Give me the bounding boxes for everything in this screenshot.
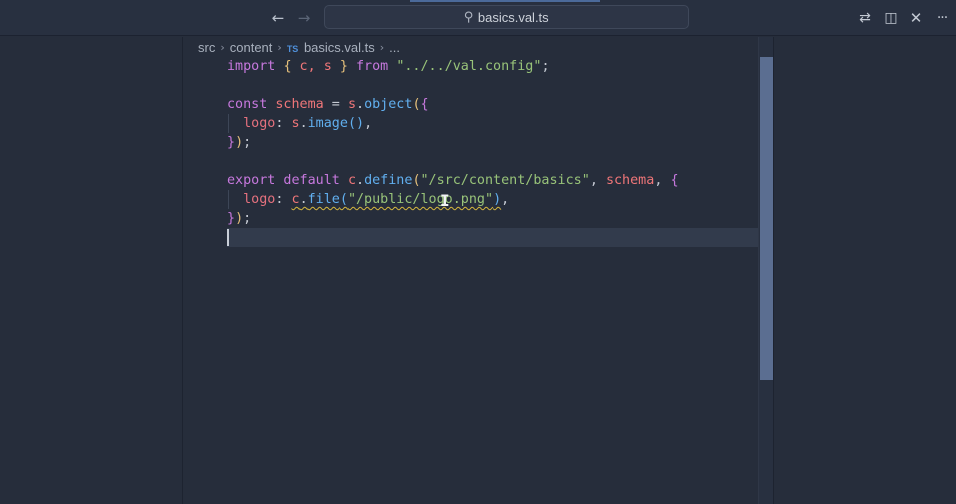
mouse-ibeam-cursor-icon: I: [440, 191, 450, 210]
keyword-default: default: [275, 173, 348, 188]
breadcrumb: src › content › TS basics.val.ts › ...: [198, 38, 400, 56]
code-line-5[interactable]: });: [227, 133, 758, 152]
breadcrumb-more[interactable]: ...: [389, 40, 400, 55]
path-string: "/src/content/basics": [420, 173, 590, 188]
chevron-right-icon: ›: [277, 40, 282, 54]
file-path-string: "/public/logo.png": [347, 192, 494, 207]
code-line-8[interactable]: logo: c.file("/public/logo.png"),: [227, 190, 758, 209]
chevron-right-icon: ›: [220, 40, 225, 54]
variable-schema: schema: [605, 173, 655, 188]
comma: ,: [654, 173, 671, 188]
parens: (): [347, 116, 365, 131]
keyword-import: import: [227, 59, 276, 74]
breadcrumb-item-src[interactable]: src: [198, 40, 215, 55]
identifier-s: s: [291, 116, 300, 131]
warning-squiggle[interactable]: c.file("/public/logo.png"): [292, 192, 502, 207]
identifier-s: s: [347, 97, 356, 112]
sidebar-divider: [182, 37, 183, 504]
paren-open: (: [412, 97, 421, 112]
chevron-right-icon: ›: [379, 40, 385, 54]
property-logo: logo: [243, 116, 276, 131]
brace-close: }: [227, 135, 236, 150]
vertical-scrollbar-thumb[interactable]: [760, 57, 773, 380]
title-bar: ← → ⚲ basics.val.ts ⇄ ◫ ✕ ···: [0, 0, 956, 36]
comma: ,: [589, 173, 606, 188]
editor-right-divider: [773, 37, 774, 504]
paren-open: (: [412, 173, 421, 188]
method-image: image: [307, 116, 348, 131]
brace-open: {: [420, 97, 429, 112]
semicolon: ;: [243, 135, 252, 150]
comma: ,: [364, 116, 373, 131]
text-caret: [227, 229, 229, 246]
arrow-left-icon[interactable]: ←: [268, 8, 288, 28]
comma: ,: [501, 192, 510, 207]
import-names: c, s: [291, 59, 340, 74]
method-file: file: [307, 192, 340, 207]
code-line-6[interactable]: [227, 152, 758, 171]
brace-open: {: [283, 59, 292, 74]
brace-open: {: [670, 173, 679, 188]
command-center-accent: [410, 0, 600, 2]
arrow-right-icon[interactable]: →: [294, 8, 314, 28]
breadcrumb-item-content[interactable]: content: [230, 40, 273, 55]
brace-close: }: [227, 211, 236, 226]
more-actions-icon[interactable]: ···: [932, 8, 952, 28]
search-icon: ⚲: [464, 9, 474, 25]
breadcrumb-item-file[interactable]: TS basics.val.ts: [287, 40, 375, 55]
code-line-10[interactable]: [227, 228, 758, 247]
breadcrumb-file-label: basics.val.ts: [303, 39, 375, 55]
keyword-export: export: [227, 173, 276, 188]
command-center-search[interactable]: ⚲ basics.val.ts: [324, 5, 689, 29]
paren-open: (: [339, 192, 348, 207]
variable-schema: schema: [267, 97, 324, 112]
code-line-4[interactable]: logo: s.image(),: [227, 114, 758, 133]
code-line-7[interactable]: export default c.define("/src/content/ba…: [227, 171, 758, 190]
code-line-3[interactable]: const schema = s.object({: [227, 95, 758, 114]
code-line-1[interactable]: import { c, s } from "../../val.config";: [227, 57, 758, 76]
property-logo: logo: [243, 192, 276, 207]
dot: .: [356, 173, 365, 188]
import-path-string: "../../val.config": [396, 59, 542, 74]
keyword-from: from: [347, 59, 397, 74]
operator-assign: =: [323, 97, 348, 112]
semicolon: ;: [541, 59, 550, 74]
close-icon[interactable]: ✕: [906, 8, 926, 28]
code-editor[interactable]: import { c, s } from "../../val.config";…: [227, 57, 758, 247]
brace-close: }: [339, 59, 348, 74]
split-editor-icon[interactable]: ◫: [881, 8, 901, 28]
identifier-c: c: [291, 192, 300, 207]
dot: .: [299, 116, 308, 131]
typescript-file-icon: TS: [286, 43, 299, 54]
method-object: object: [364, 97, 413, 112]
semicolon: ;: [243, 211, 252, 226]
compare-changes-icon[interactable]: ⇄: [855, 8, 875, 28]
keyword-const: const: [227, 97, 268, 112]
paren-close: ): [235, 211, 244, 226]
code-line-2[interactable]: [227, 76, 758, 95]
method-define: define: [364, 173, 413, 188]
dot: .: [356, 97, 365, 112]
paren-close: ): [235, 135, 244, 150]
code-line-9[interactable]: });: [227, 209, 758, 228]
paren-close: ): [493, 192, 502, 207]
dot: .: [299, 192, 308, 207]
identifier-c: c: [347, 173, 356, 188]
command-center-text: basics.val.ts: [477, 9, 549, 25]
colon: :: [275, 116, 292, 131]
colon: :: [275, 192, 292, 207]
